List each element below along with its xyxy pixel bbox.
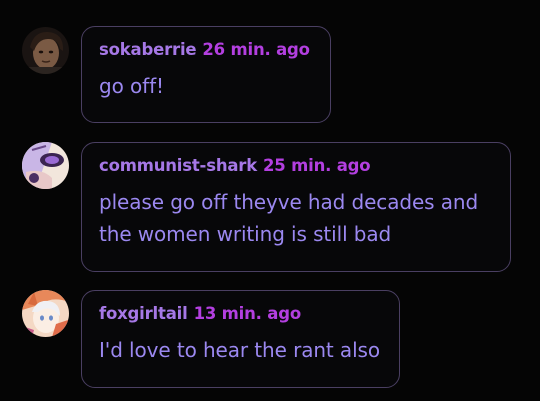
fox-girl-anime-avatar-icon <box>22 290 69 337</box>
user-avatar[interactable] <box>22 290 69 337</box>
comment-bubble: sokaberrie 26 min. ago go off! <box>81 26 331 123</box>
comment-meta: foxgirltail 13 min. ago <box>99 302 382 326</box>
comment-text: go off! <box>99 74 164 98</box>
purple-anime-avatar-icon <box>22 142 69 189</box>
timestamp[interactable]: 25 min. ago <box>263 156 371 175</box>
user-avatar[interactable] <box>22 27 69 74</box>
user-avatar[interactable] <box>22 142 69 189</box>
dark-haired-person-avatar-icon <box>22 27 69 74</box>
comment-thread: sokaberrie 26 min. ago go off! communist-… <box>0 0 540 401</box>
comment-text: please go off theyve had decades and the… <box>99 190 479 246</box>
author-link[interactable]: sokaberrie <box>99 40 197 59</box>
author-link[interactable]: foxgirltail <box>99 304 188 323</box>
comment-bubble: communist-shark 25 min. ago please go off… <box>81 142 511 272</box>
comment-meta: sokaberrie 26 min. ago <box>99 38 313 62</box>
comment-bubble: foxgirltail 13 min. ago I'd love to hear … <box>81 290 400 388</box>
timestamp[interactable]: 13 min. ago <box>194 304 302 323</box>
comment-text: I'd love to hear the rant also <box>99 338 380 362</box>
author-link[interactable]: communist-shark <box>99 156 257 175</box>
comment-meta: communist-shark 25 min. ago <box>99 154 493 178</box>
timestamp[interactable]: 26 min. ago <box>202 40 310 59</box>
